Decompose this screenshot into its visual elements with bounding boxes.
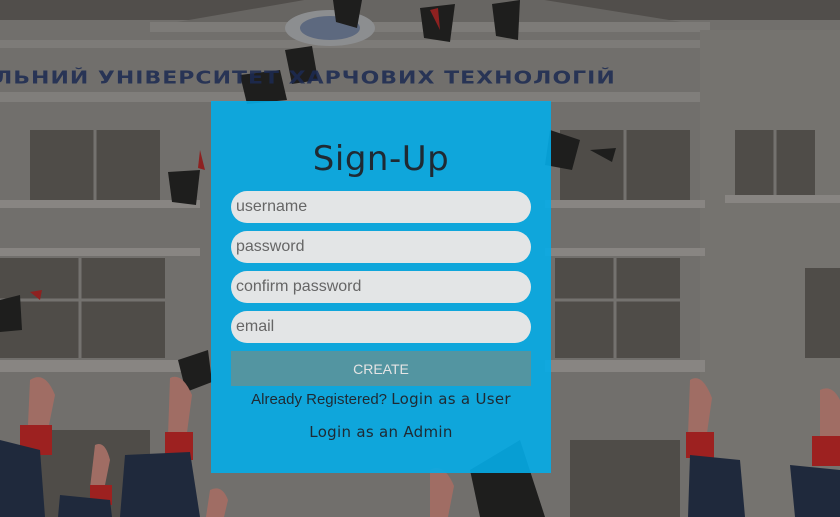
building-banner-text: ЛЬНИЙ УНІВЕРСИТЕТ ХАРЧОВИХ ТЕХНОЛОГІЙ	[0, 68, 616, 89]
username-input[interactable]	[231, 191, 531, 223]
page-title: Sign-Up	[312, 139, 450, 179]
create-button[interactable]: CREATE	[231, 351, 531, 386]
password-input[interactable]	[231, 231, 531, 263]
email-input[interactable]	[231, 311, 531, 343]
confirm-password-input[interactable]	[231, 271, 531, 303]
admin-login-row: Login as an Admin	[211, 423, 551, 442]
login-prompt: Already Registered? Login as a User	[211, 390, 551, 408]
signup-card: Sign-Up CREATE Already Registered? Login…	[211, 101, 551, 473]
login-user-link[interactable]: Login as a User	[391, 390, 511, 408]
login-admin-link[interactable]: Login as an Admin	[309, 423, 452, 441]
already-registered-text: Already Registered?	[251, 391, 388, 408]
